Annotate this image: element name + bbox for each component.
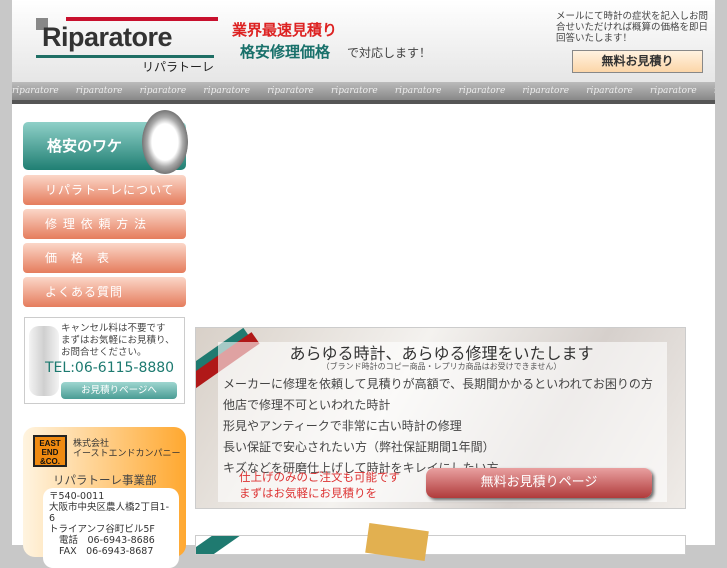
sidebar-nav: 格安のワケ リパラトーレについて 修 理 依 頼 方 法 価 格 表 よくある質… (23, 110, 188, 311)
contact-box: キャンセル料は不要です まずはお気軽にお見積り、 お問合せください。 TEL:0… (24, 317, 185, 404)
divider (12, 100, 715, 104)
banner-line: 長い保証で安心されたい方（弊社保証期間1年間） (223, 440, 495, 454)
tagline-price: 格安修理価格 (240, 43, 331, 61)
sidebar-item-repair-method[interactable]: 修 理 依 頼 方 法 (23, 209, 186, 239)
address-line: 大阪市中央区農人橋2丁目1-6 (49, 502, 170, 524)
company-logo: EAST END &CO. (33, 435, 67, 467)
company-address: 〒540-0011 大阪市中央区農人橋2丁目1-6 トライアンフ谷町ビル5F 電… (43, 488, 179, 568)
sidebar-item-price-list[interactable]: 価 格 表 (23, 243, 186, 273)
banner-line: 他店で修理不可といわれた時計 (223, 398, 391, 412)
banner-subnote: （ブランド時計のコピー商品・レプリカ商品はお受けできません） (321, 362, 562, 371)
company-division: リパラトーレ事業部 (53, 473, 157, 487)
logo-kana: リパラトーレ (141, 60, 214, 74)
logo-red-bar (66, 17, 218, 21)
company-info: EAST END &CO. 株式会社 イーストエンドカンパニー リパラトーレ事業部… (23, 427, 186, 568)
second-banner (195, 535, 686, 555)
page: Riparatore リパラトーレ 業界最速見積り 格安修理価格 で対応します！… (12, 0, 715, 568)
sidebar-item-faq[interactable]: よくある質問 (23, 277, 186, 307)
company-phone: 電話 06-6943-8686 (59, 535, 155, 546)
company-type: 株式会社 (73, 439, 110, 449)
mail-info-text: メールにて時計の症状を記入しお問合せいただければ概算の価格を即日回答いたします！ (556, 11, 709, 44)
postal-code: 〒540-0011 (49, 491, 105, 502)
free-quote-page-button[interactable]: 無料お見積りページ (426, 468, 652, 498)
contact-line: まずはお気軽にお見積り、 (61, 335, 175, 346)
sidebar-item-about[interactable]: リパラトーレについて (23, 175, 186, 205)
contact-line: キャンセル料は不要です (61, 323, 166, 334)
company-name: 株式会社 イーストエンドカンパニー (73, 439, 181, 459)
feature-label: 格安のワケ (47, 137, 123, 155)
finish-only-note: 仕上げのみのご注文も可能です (239, 470, 400, 484)
free-quote-button[interactable]: 無料お見積り (572, 50, 703, 73)
pattern-stripe: riparatore riparatore riparatore riparat… (12, 82, 715, 100)
site-logo[interactable]: Riparatore リパラトーレ (36, 16, 218, 74)
tagline-fastest: 業界最速見積り (232, 21, 338, 39)
watch-image (142, 110, 188, 174)
repair-banner: あらゆる時計、あらゆる修理をいたします （ブランド時計のコピー商品・レプリカ商品… (195, 327, 686, 509)
quote-invite-note: まずはお気軽にお見積りを (239, 486, 377, 500)
contact-text: キャンセル料は不要です まずはお気軽にお見積り、 お問合せください。 (61, 323, 175, 359)
banner-line: 形見やアンティークで非常に古い時計の修理 (223, 419, 462, 433)
address-line: トライアンフ谷町ビル5F (49, 524, 155, 535)
company-name-text: イーストエンドカンパニー (73, 449, 181, 459)
contact-line: お問合せください。 (61, 347, 147, 358)
header: Riparatore リパラトーレ 業界最速見積り 格安修理価格 で対応します！… (12, 0, 715, 82)
ribbon-decoration (196, 536, 253, 554)
company-fax: FAX 06-6943-8687 (59, 546, 154, 557)
banner-line: メーカーに修理を依頼して見積りが高額で、長期間かかるといわれてお困りの方 (223, 377, 653, 391)
quote-page-button[interactable]: お見積りページへ (61, 382, 177, 399)
phone-number: TEL:06-6115-8880 (45, 360, 175, 376)
logo-text: Riparatore (42, 22, 173, 52)
tagline-suffix: で対応します！ (347, 46, 432, 60)
sidebar-feature-cheap-reason[interactable]: 格安のワケ (23, 110, 188, 174)
card-image (365, 522, 429, 562)
